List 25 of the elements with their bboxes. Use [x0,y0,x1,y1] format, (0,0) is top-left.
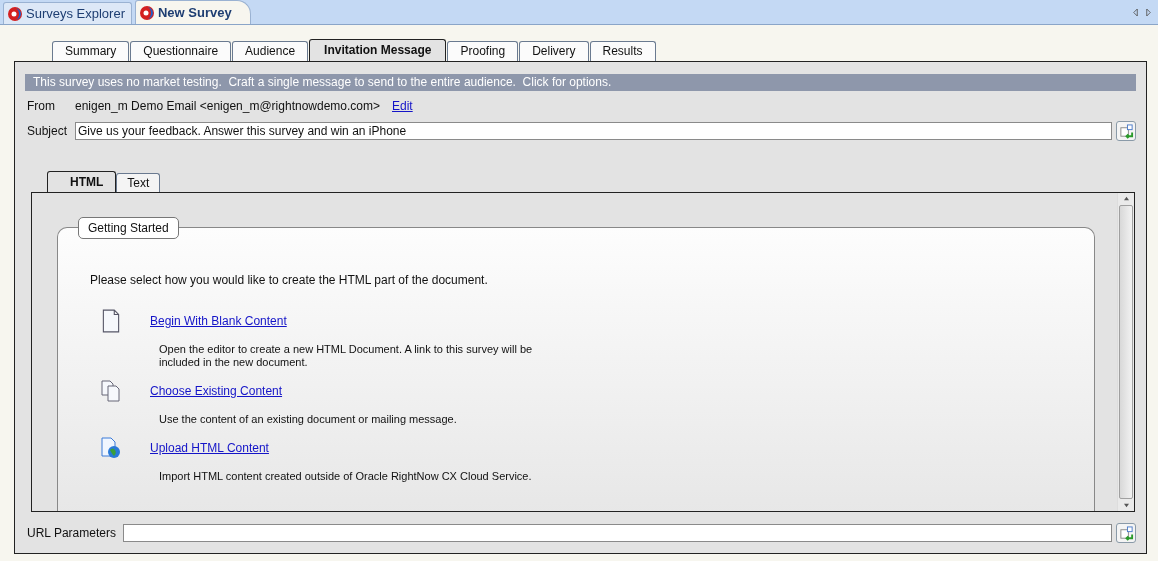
option-description: Open the editor to create a new HTML Document. A link to this survey will be included in the new document. [159,343,534,369]
document-tab[interactable]: Surveys Explorer [3,2,132,24]
option-description: Use the content of an existing document or mailing message. [159,413,458,426]
tab[interactable]: Summary [52,41,130,61]
intro-text: Please select how you would like to create the HTML part of the document. [90,273,489,287]
format-tab[interactable]: Text [116,173,161,192]
option-link[interactable]: Begin With Blank Content [150,314,287,328]
tab[interactable]: Delivery [519,41,589,61]
option-link[interactable]: Choose Existing Content [150,384,283,398]
option-link[interactable]: Upload HTML Content [150,441,269,455]
from-value: enigen_m Demo Email <enigen_m@rightnowdemo.com> [75,99,380,113]
from-label: From [26,99,56,113]
tab[interactable]: Audience [232,41,309,61]
format-tab[interactable]: HTML [47,171,117,192]
subject-label: Subject [26,124,69,138]
edit-link[interactable]: Edit [392,99,413,113]
tab[interactable]: Results [589,41,656,61]
document-tab[interactable]: New Survey [135,0,251,24]
subject-field[interactable]: Give us your feedback. Answer this survey and win an iPhone [75,122,1112,140]
url-parameters-label: URL Parameters [26,526,117,540]
tab[interactable]: Proofing [447,41,519,61]
tab[interactable]: Invitation Message [309,39,447,61]
option-description: Import HTML content created outside of Oracle RightNow CX Cloud Service. [159,470,533,483]
tab[interactable]: Questionnaire [130,41,232,61]
group-title: Getting Started [78,217,179,239]
